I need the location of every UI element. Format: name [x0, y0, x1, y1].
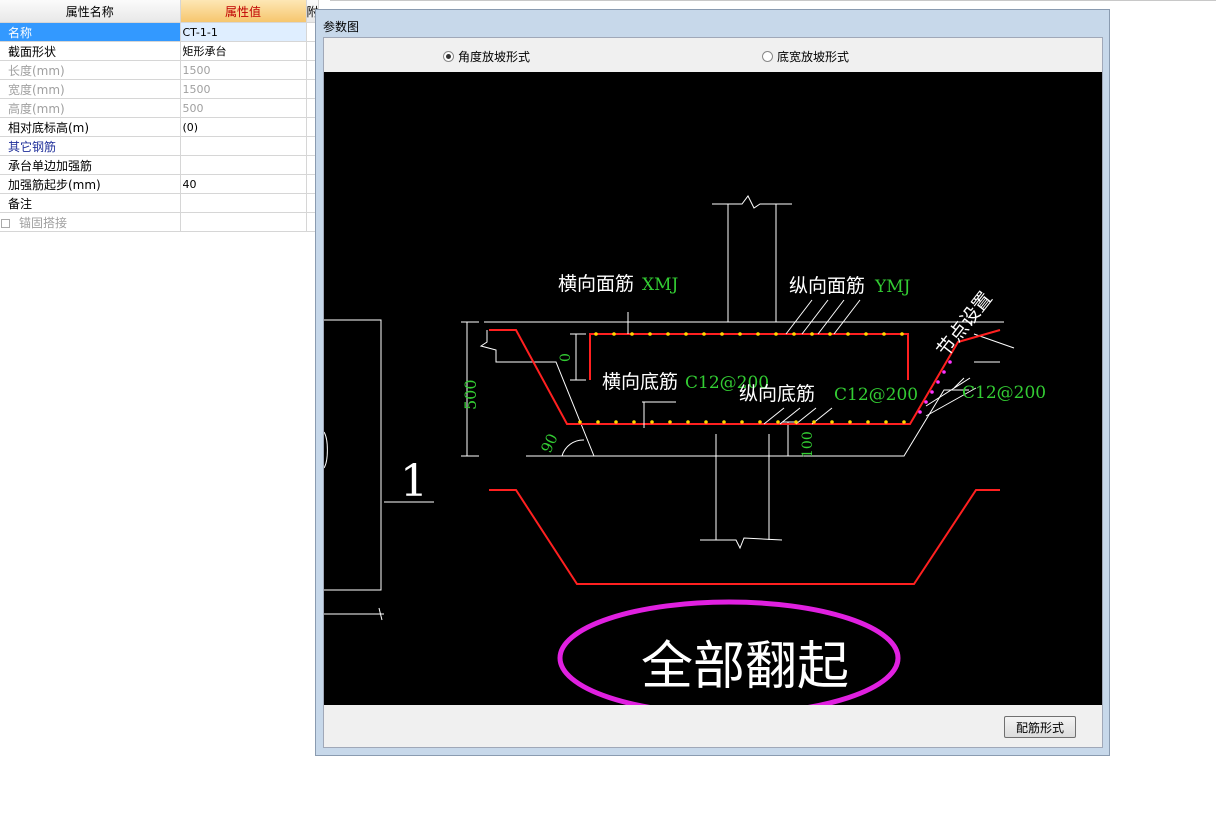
- property-value[interactable]: 矩形承台: [180, 41, 307, 61]
- property-value[interactable]: [180, 212, 307, 232]
- label-node-setting: 节点设置: [933, 288, 997, 361]
- callout-text: 全部翻起: [641, 637, 849, 697]
- property-row-side-reinforcement[interactable]: 承台单边加强筋: [0, 155, 319, 175]
- dialog-content: 角度放坡形式 底宽放坡形式 1 横向面筋 XMJ 纵向面筋 YMJ 节点设置 横…: [323, 37, 1103, 748]
- property-value[interactable]: 1500: [180, 60, 307, 80]
- property-row-bottom-elevation[interactable]: 相对底标高(m) (0): [0, 117, 319, 137]
- property-name: 长度(mm): [0, 60, 181, 80]
- label-longitudinal-bottom-value: C12@200: [834, 385, 918, 405]
- header-property-value[interactable]: 属性值: [180, 0, 307, 23]
- radio-unselected-icon[interactable]: [762, 51, 773, 62]
- property-name: 高度(mm): [0, 98, 181, 118]
- property-name: 宽度(mm): [0, 79, 181, 99]
- property-name: 相对底标高(m): [0, 117, 181, 137]
- leader-lines: [627, 299, 977, 428]
- label-side-value: C12@200: [962, 383, 1046, 403]
- property-name: 截面形状: [0, 41, 181, 61]
- property-row-height[interactable]: 高度(mm) 500: [0, 98, 319, 118]
- property-name: 锚固搭接: [0, 212, 181, 232]
- property-grid-header: 属性名称 属性值 附加: [0, 0, 319, 23]
- property-name: 加强筋起步(mm): [0, 174, 181, 194]
- property-grid: 属性名称 属性值 附加 名称 CT-1-1 截面形状 矩形承台 长度(mm) 1…: [0, 0, 319, 232]
- parameter-diagram-dialog: 参数图 角度放坡形式 底宽放坡形式 1 横向面筋 XMJ 纵向面筋 YMJ 节点…: [315, 9, 1110, 756]
- label-transverse-bottom: 横向底筋: [602, 371, 678, 393]
- property-value[interactable]: (0): [180, 117, 307, 137]
- property-value[interactable]: 1500: [180, 79, 307, 99]
- property-name: 其它钢筋: [0, 136, 181, 156]
- property-value[interactable]: [180, 193, 307, 213]
- label-longitudinal-top-code: YMJ: [874, 277, 911, 297]
- property-row-length[interactable]: 长度(mm) 1500: [0, 60, 319, 80]
- column-upper: [712, 195, 792, 322]
- top-rebar: [489, 329, 1001, 585]
- property-value[interactable]: CT-1-1: [180, 22, 307, 42]
- property-name: 名称: [0, 22, 181, 42]
- header-property-name[interactable]: 属性名称: [0, 0, 181, 23]
- radio-label: 底宽放坡形式: [777, 50, 850, 64]
- property-row-section-shape[interactable]: 截面形状 矩形承台: [0, 41, 319, 61]
- property-name: 备注: [0, 193, 181, 213]
- property-value[interactable]: [180, 155, 307, 175]
- label-transverse-top-code: XMJ: [642, 275, 679, 295]
- property-name: 承台单边加强筋: [0, 155, 181, 175]
- property-row-other-rebar[interactable]: 其它钢筋: [0, 136, 319, 156]
- property-row-anchorage[interactable]: 锚固搭接: [0, 212, 319, 232]
- window-top-border: [330, 0, 1216, 1]
- dialog-title: 参数图: [323, 20, 360, 34]
- property-name-text: 锚固搭接: [19, 215, 68, 230]
- label-transverse-top: 横向面筋: [558, 273, 634, 295]
- rebar-config-button[interactable]: 配筋形式: [1004, 716, 1076, 738]
- property-value[interactable]: 40: [180, 174, 307, 194]
- rebar-drawing: 1 横向面筋 XMJ 纵向面筋 YMJ 节点设置 横向底筋 C12@200 纵向…: [324, 195, 1046, 705]
- expand-icon[interactable]: [1, 218, 10, 228]
- radio-label: 角度放坡形式: [458, 50, 531, 64]
- dim-zero: 0: [558, 353, 574, 362]
- label-longitudinal-bottom: 纵向底筋: [739, 383, 815, 405]
- radio-bottom-width-slope[interactable]: 底宽放坡形式: [762, 48, 849, 65]
- radio-angle-slope[interactable]: 角度放坡形式: [443, 48, 530, 65]
- property-row-reinforcement-start[interactable]: 加强筋起步(mm) 40: [0, 174, 319, 194]
- section-number: 1: [400, 456, 428, 507]
- radio-selected-icon[interactable]: [443, 51, 454, 62]
- property-row-remark[interactable]: 备注: [0, 193, 319, 213]
- property-value[interactable]: 500: [180, 98, 307, 118]
- dim-height: 500: [461, 379, 480, 410]
- dim-angle: 90: [537, 431, 561, 456]
- property-row-name[interactable]: 名称 CT-1-1: [0, 22, 319, 42]
- property-row-width[interactable]: 宽度(mm) 1500: [0, 79, 319, 99]
- parameter-drawing-canvas[interactable]: 1 横向面筋 XMJ 纵向面筋 YMJ 节点设置 横向底筋 C12@200 纵向…: [324, 72, 1102, 705]
- label-longitudinal-top: 纵向面筋: [789, 275, 865, 297]
- property-value[interactable]: [180, 136, 307, 156]
- dim-cover: 100: [800, 431, 816, 458]
